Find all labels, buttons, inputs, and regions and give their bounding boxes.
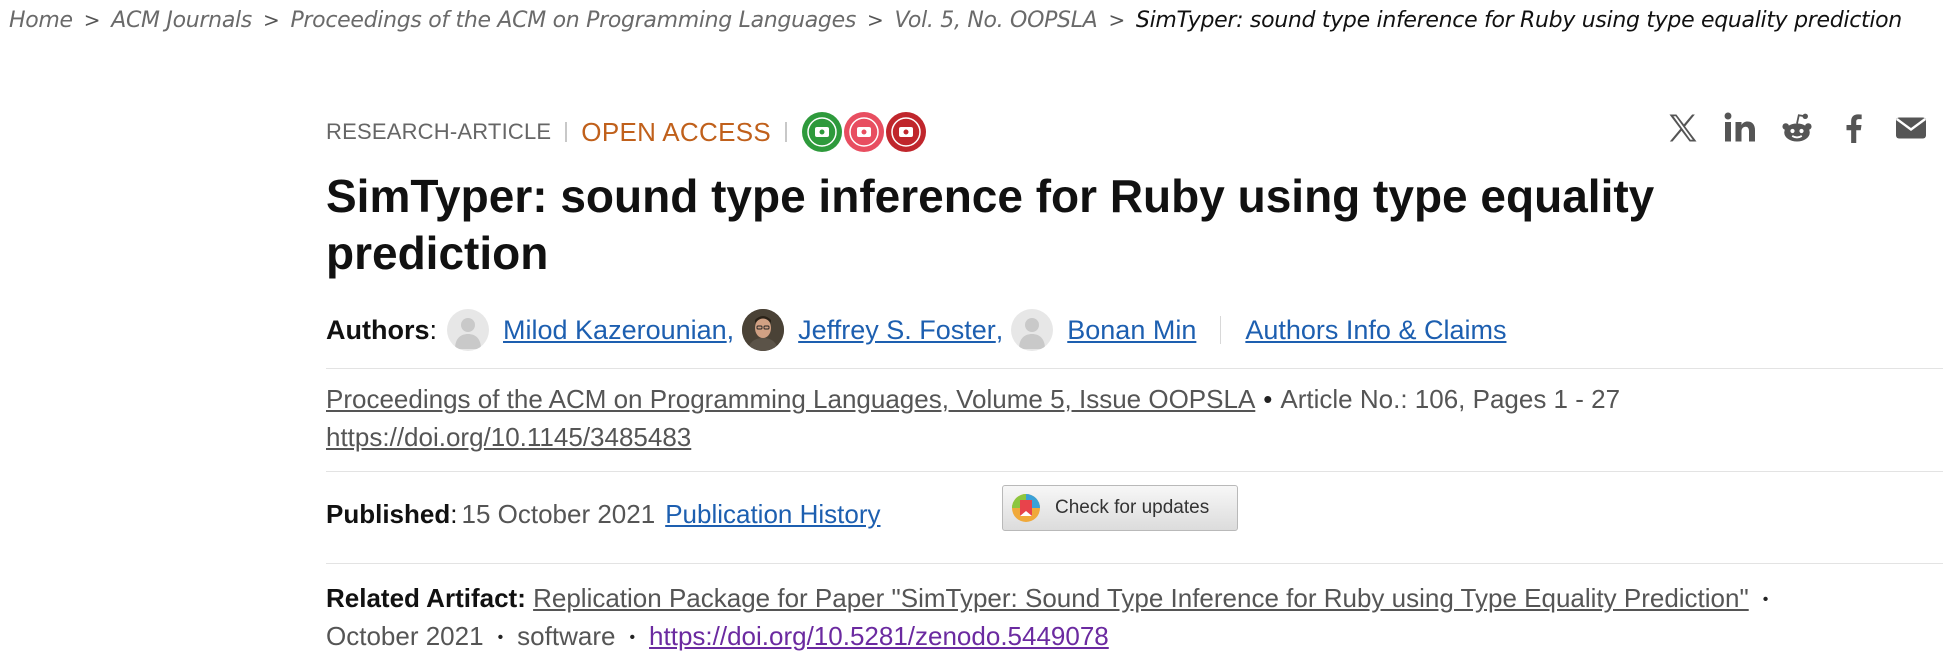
avatar-placeholder-icon [447,309,490,351]
artifact-badges [801,111,927,153]
open-access-label: OPEN ACCESS [581,116,771,147]
authors-colon: : [429,314,438,345]
breadcrumb-separator: > [866,8,884,32]
author-separator: , [726,314,735,345]
article-info: Article No.: 106, Pages 1 - 27 [1280,384,1621,414]
artifact-badge-icon[interactable] [885,111,927,153]
avatar-placeholder-icon [1011,309,1054,351]
reddit-icon[interactable] [1777,108,1817,148]
author-separator: , [995,314,1004,345]
x-icon[interactable] [1663,108,1703,148]
breadcrumb-journal[interactable]: Proceedings of the ACM on Programming La… [290,8,856,33]
publication-history-link[interactable]: Publication History [665,499,880,530]
check-for-updates-button[interactable]: Check for updates [1002,485,1238,531]
doi-line: https://doi.org/10.1145/3485483 [326,418,1620,456]
authors-label: Authors [326,314,430,345]
breadcrumb-home[interactable]: Home [9,8,73,33]
article-type-row: RESEARCH-ARTICLE OPEN ACCESS [326,111,927,153]
published-date: 15 October 2021 [461,498,656,529]
related-artifact-doi-link[interactable]: https://doi.org/10.5281/zenodo.5449078 [649,621,1109,651]
author-link-milod-kazerounian[interactable]: Milod Kazerounian [503,315,727,346]
bullet-separator: • [497,629,504,647]
citation-line: Proceedings of the ACM on Programming La… [326,380,1620,418]
breadcrumb-volume[interactable]: Vol. 5, No. OOPSLA [894,8,1097,33]
journal-issue-link[interactable]: Proceedings of the ACM on Programming La… [326,384,1255,414]
related-artifact-date: October 2021 [326,621,484,652]
divider [785,122,787,142]
breadcrumb-separator: > [83,8,101,32]
authors-row: Authors: Milod Kazerounian, Jeffrey S. F… [326,308,1506,352]
breadcrumb-separator: > [262,8,280,32]
citation: Proceedings of the ACM on Programming La… [326,380,1620,456]
breadcrumb-separator: > [1108,8,1125,32]
divider [326,368,1943,369]
author-link-jeffrey-s-foster[interactable]: Jeffrey S. Foster [798,315,996,346]
linkedin-icon[interactable] [1720,108,1760,148]
related-artifact-kind: software [517,621,616,652]
related-artifact-label: Related Artifact: [326,583,526,613]
check-for-updates-label: Check for updates [1055,497,1210,518]
article-type: RESEARCH-ARTICLE [326,119,552,144]
divider [1220,316,1222,344]
published-colon: : [450,498,458,529]
breadcrumb-current: SimTyper: sound type inference for Ruby … [1135,8,1902,33]
published-label: Published [326,498,451,529]
crossmark-icon [1012,494,1040,522]
avatar-photo [742,309,785,351]
share-bar [1663,108,1943,148]
breadcrumb-acm-journals[interactable]: ACM Journals [111,8,252,33]
article-title: SimTyper: sound type inference for Ruby … [326,170,1655,279]
email-icon[interactable] [1891,108,1931,148]
divider [326,471,1943,472]
related-artifact-link[interactable]: Replication Package for Paper "SimTyper:… [533,583,1749,613]
divider [565,122,568,142]
divider [326,563,1943,564]
author-link-bonan-min[interactable]: Bonan Min [1067,315,1196,346]
related-artifact: Related Artifact: Replication Package fo… [326,580,1943,656]
bullet-separator: • [629,629,636,647]
published-row: Published: 15 October 2021 Publication H… [326,494,881,534]
authors-info-claims-link[interactable]: Authors Info & Claims [1245,315,1506,346]
artifact-badge-icon[interactable] [801,111,843,153]
doi-link[interactable]: https://doi.org/10.1145/3485483 [326,422,691,452]
facebook-icon[interactable] [1834,108,1874,148]
artifact-badge-icon[interactable] [843,111,885,153]
bullet-separator: • [1762,591,1769,609]
breadcrumb: Home > ACM Journals > Proceedings of the ACM… [9,8,1902,33]
bullet-separator: • [1263,384,1273,414]
